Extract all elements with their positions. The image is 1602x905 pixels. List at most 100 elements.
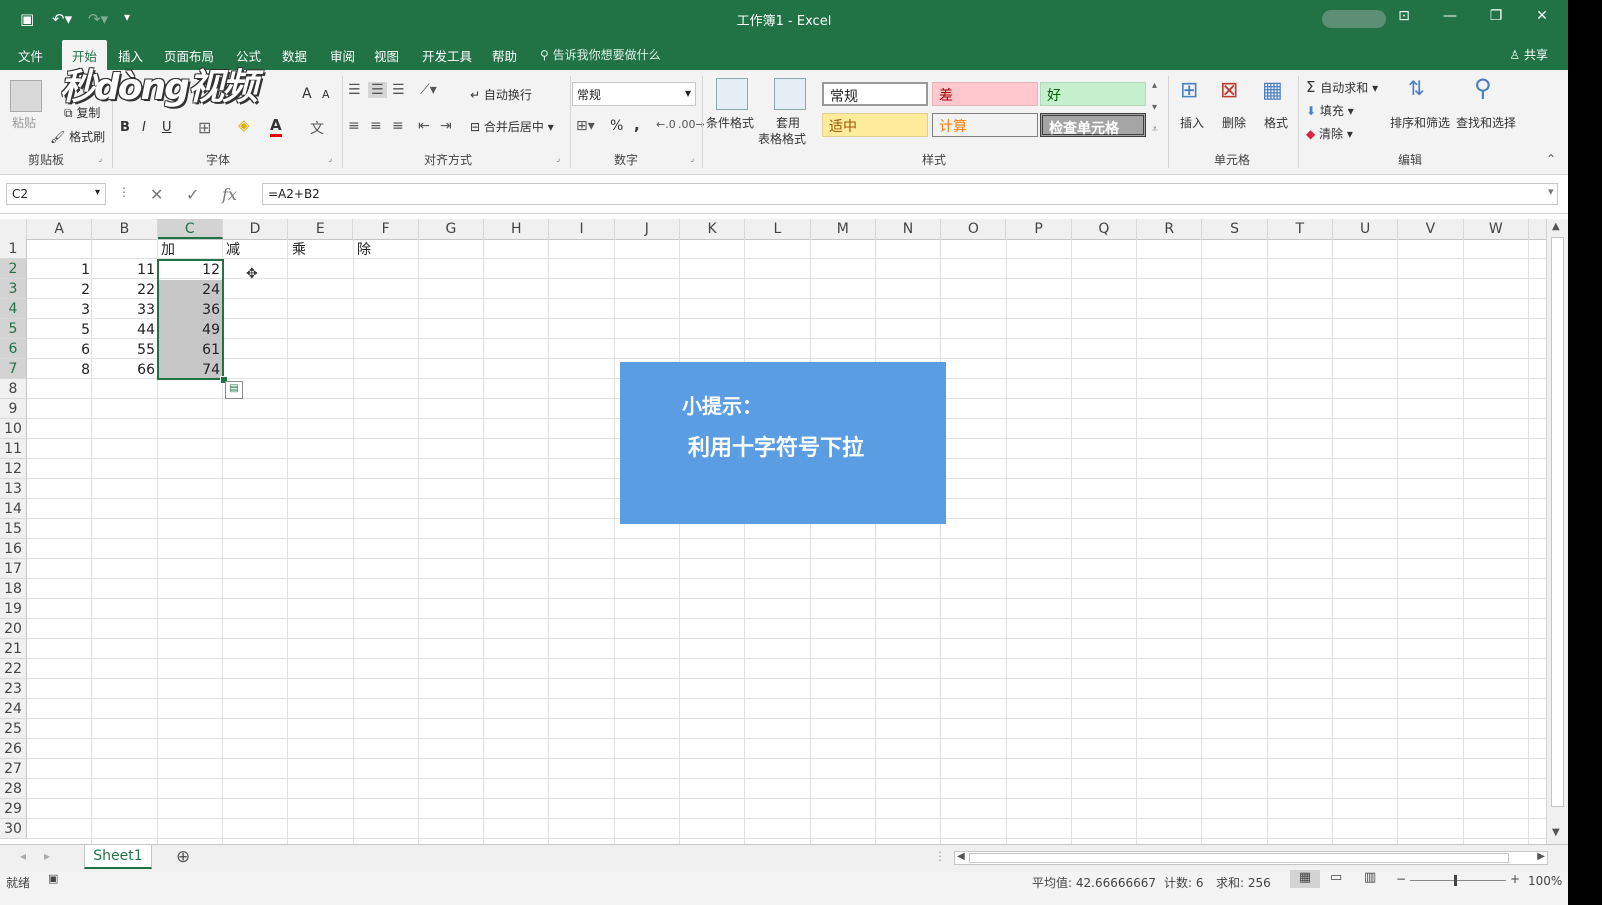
insert-cells-icon[interactable]: ⊞	[1180, 78, 1198, 103]
number-format-select[interactable]: 常规 ▾	[572, 82, 696, 106]
align-center-icon[interactable]: ≡	[370, 118, 382, 134]
horizontal-scrollbar[interactable]: ◀ ▶	[954, 851, 1548, 865]
cell-style-normal[interactable]: 常规	[822, 82, 928, 106]
fill-color-icon[interactable]: ◈	[238, 116, 250, 134]
orientation-icon[interactable]: ⟋▾	[420, 82, 437, 98]
sort-filter-button[interactable]: 排序和筛选	[1390, 114, 1450, 131]
row-header-4[interactable]: 4	[0, 299, 27, 319]
row-header-8[interactable]: 8	[0, 379, 27, 399]
column-header-e[interactable]: E	[288, 219, 354, 239]
align-top-icon[interactable]: ☰	[348, 82, 361, 98]
styles-scroll-down-icon[interactable]: ▾	[1152, 102, 1157, 113]
find-select-icon[interactable]: ⚲	[1474, 74, 1492, 102]
row-header-30[interactable]: 30	[0, 819, 27, 839]
splitter-icon[interactable]: ⋮	[934, 849, 946, 863]
row-header-21[interactable]: 21	[0, 639, 27, 659]
align-bottom-icon[interactable]: ☰	[392, 82, 405, 98]
row-header-23[interactable]: 23	[0, 679, 27, 699]
column-header-c[interactable]: C	[157, 219, 223, 239]
cell-F1[interactable]: 除	[354, 240, 374, 260]
format-cells-icon[interactable]: ▦	[1262, 78, 1283, 103]
number-launcher-icon[interactable]: ⌟	[690, 154, 694, 164]
row-header-17[interactable]: 17	[0, 559, 27, 579]
sheet-tab-sheet1[interactable]: Sheet1	[84, 845, 152, 869]
column-header-q[interactable]: Q	[1072, 219, 1138, 239]
scroll-right-icon[interactable]: ▶	[1537, 851, 1545, 862]
row-header-6[interactable]: 6	[0, 339, 27, 359]
cell-A3[interactable]: 2	[27, 280, 93, 300]
row-header-29[interactable]: 29	[0, 799, 27, 819]
cell-style-neutral[interactable]: 适中	[822, 113, 928, 137]
macro-record-icon[interactable]: ▣	[48, 872, 58, 885]
row-header-12[interactable]: 12	[0, 459, 27, 479]
paste-button[interactable]: 粘贴	[12, 114, 36, 131]
font-launcher-icon[interactable]: ⌟	[328, 154, 332, 164]
zoom-slider-track[interactable]	[1410, 880, 1506, 881]
row-header-24[interactable]: 24	[0, 699, 27, 719]
row-header-28[interactable]: 28	[0, 779, 27, 799]
tab-file[interactable]: 文件	[18, 46, 43, 65]
row-header-11[interactable]: 11	[0, 439, 27, 459]
page-break-view-icon[interactable]: ▥	[1364, 870, 1376, 885]
column-header-b[interactable]: B	[92, 219, 158, 239]
column-header-f[interactable]: F	[354, 219, 419, 239]
italic-button[interactable]: I	[142, 120, 146, 135]
decrease-decimal-icon[interactable]: .00→	[678, 118, 705, 131]
cell-D1[interactable]: 减	[223, 240, 243, 260]
delete-cells-icon[interactable]: ⊠	[1220, 78, 1238, 103]
font-color-button[interactable]: A	[270, 116, 282, 137]
table-format-icon[interactable]	[774, 78, 806, 110]
alignment-launcher-icon[interactable]: ⌟	[556, 154, 560, 164]
conditional-format-button[interactable]: 条件格式	[706, 114, 754, 131]
select-all-corner[interactable]	[0, 219, 27, 239]
cell-C6[interactable]: 61	[158, 340, 223, 360]
cell-style-bad[interactable]: 差	[932, 82, 1038, 106]
cell-style-calculation[interactable]: 计算	[932, 113, 1038, 137]
paste-icon[interactable]	[10, 80, 42, 112]
restore-icon[interactable]: ❐	[1486, 8, 1506, 24]
row-header-9[interactable]: 9	[0, 399, 27, 419]
cell-C3[interactable]: 24	[158, 280, 223, 300]
ribbon-display-icon[interactable]: ⊡	[1394, 8, 1414, 24]
cell-B5[interactable]: 44	[93, 320, 158, 340]
row-header-13[interactable]: 13	[0, 479, 27, 499]
collapse-ribbon-icon[interactable]: ⌃	[1546, 152, 1556, 166]
delete-cells-button[interactable]: 删除	[1222, 114, 1246, 131]
row-header-3[interactable]: 3	[0, 279, 27, 299]
shrink-font-button[interactable]: A	[322, 88, 330, 101]
row-header-18[interactable]: 18	[0, 579, 27, 599]
cell-B6[interactable]: 55	[93, 340, 158, 360]
clear-button[interactable]: ◆ 清除 ▾	[1306, 125, 1353, 142]
column-header-g[interactable]: G	[419, 219, 485, 239]
worksheet-grid[interactable]: ABCDEFGHIJKLMNOPQRSTUVW 1 2 3 4 5 6 7 8 9 10 11 12 1…	[0, 219, 1546, 844]
column-header-t[interactable]: T	[1268, 219, 1333, 239]
row-header-19[interactable]: 19	[0, 599, 27, 619]
column-header-s[interactable]: S	[1202, 219, 1268, 239]
formula-input[interactable]: =A2+B2	[262, 183, 1558, 205]
row-header-15[interactable]: 15	[0, 519, 27, 539]
cell-C1[interactable]: 加	[158, 240, 178, 260]
wrap-text-button[interactable]: ↵ 自动换行	[470, 86, 532, 103]
row-header-22[interactable]: 22	[0, 659, 27, 679]
tell-me-box[interactable]: ⚲ 告诉我你想要做什么	[540, 46, 661, 63]
hscroll-thumb[interactable]	[969, 853, 1509, 863]
column-header-a[interactable]: A	[27, 219, 93, 239]
zoom-level[interactable]: 100%	[1528, 874, 1562, 888]
row-header-16[interactable]: 16	[0, 539, 27, 559]
tab-developer[interactable]: 开发工具	[422, 46, 472, 65]
cell-B2[interactable]: 11	[93, 260, 158, 280]
phonetic-icon[interactable]: 文	[310, 118, 324, 138]
comma-button[interactable]: ,	[634, 116, 640, 134]
sort-filter-icon[interactable]: ⇅	[1408, 76, 1425, 100]
tab-review[interactable]: 审阅	[330, 46, 355, 65]
row-header-14[interactable]: 14	[0, 499, 27, 519]
cell-A5[interactable]: 5	[27, 320, 93, 340]
name-box[interactable]: C2 ▾	[6, 183, 106, 205]
row-header-5[interactable]: 5	[0, 319, 27, 339]
align-left-icon[interactable]: ≡	[348, 118, 360, 134]
minimize-icon[interactable]: —	[1440, 8, 1460, 24]
vertical-scrollbar[interactable]: ▲ ▼	[1546, 219, 1568, 844]
column-header-p[interactable]: P	[1007, 219, 1072, 239]
increase-indent-icon[interactable]: ⇥	[440, 118, 452, 134]
fill-button[interactable]: ⬇ 填充 ▾	[1306, 102, 1354, 119]
